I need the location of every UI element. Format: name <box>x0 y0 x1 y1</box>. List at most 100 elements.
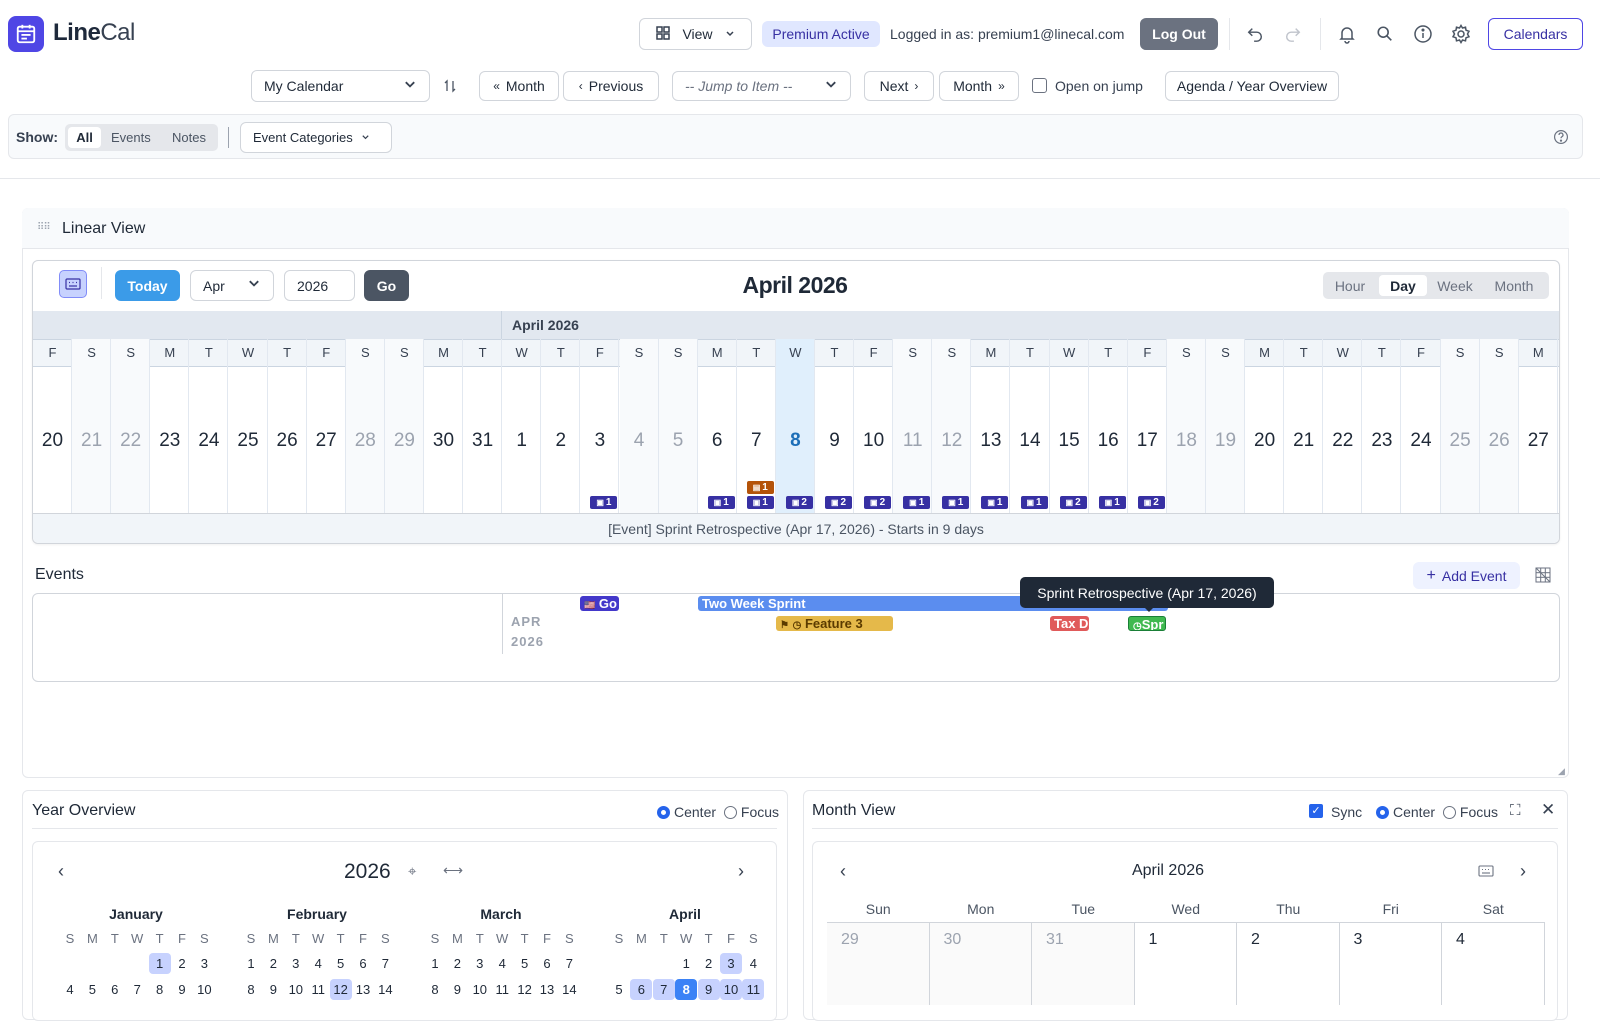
close-icon[interactable]: ✕ <box>1541 800 1555 820</box>
info-icon[interactable] <box>1411 22 1435 46</box>
mini-day[interactable]: 2 <box>446 953 468 974</box>
month-day-cell[interactable]: 2 <box>1237 922 1340 1005</box>
day-column[interactable] <box>307 339 346 513</box>
day-column[interactable] <box>1166 339 1206 513</box>
search-icon[interactable] <box>1373 22 1397 46</box>
next-month-button[interactable]: Month » <box>939 71 1019 101</box>
day-column[interactable] <box>1440 339 1480 513</box>
previous-button[interactable]: ‹ Previous <box>563 71 659 101</box>
day-column[interactable] <box>971 339 1011 513</box>
undo-icon[interactable] <box>1243 22 1267 46</box>
mini-day[interactable]: 8 <box>675 979 698 1000</box>
event-bar-tax-deadline[interactable]: Tax D <box>1050 616 1089 631</box>
mini-day[interactable]: 13 <box>536 979 558 1000</box>
day-column[interactable] <box>854 339 894 513</box>
mini-day[interactable]: 1 <box>424 953 446 974</box>
event-categories-select[interactable]: Event Categories <box>240 122 392 153</box>
event-bar-feature-3[interactable]: ⚑ ◷ Feature 3 <box>776 616 893 631</box>
jump-to-item-select[interactable]: -- Jump to Item -- <box>672 71 851 101</box>
event-count-badge[interactable]: ▣ 1 <box>590 496 618 509</box>
mini-day[interactable]: 10 <box>285 979 307 1000</box>
mini-day[interactable]: 1 <box>675 953 697 974</box>
sort-icon[interactable] <box>438 74 462 98</box>
center-radio[interactable] <box>1376 806 1389 819</box>
mini-day[interactable]: 4 <box>491 953 513 974</box>
mini-day[interactable]: 11 <box>742 979 765 1000</box>
resize-handle-icon[interactable]: ◢ <box>1558 766 1565 777</box>
mini-day[interactable]: 8 <box>424 979 446 1000</box>
chevron-right-icon[interactable]: › <box>1520 861 1526 882</box>
mini-day[interactable]: 8 <box>149 979 171 1000</box>
mini-day[interactable]: 9 <box>446 979 468 1000</box>
mini-day[interactable]: 10 <box>720 979 742 1000</box>
day-column[interactable] <box>698 339 737 513</box>
mini-day[interactable]: 9 <box>171 979 193 1000</box>
view-menu-button[interactable]: View <box>639 18 752 50</box>
mini-day[interactable]: 1 <box>148 953 171 974</box>
mini-day[interactable]: 5 <box>514 953 536 974</box>
event-bar-go[interactable]: 🇺🇸 Go <box>580 596 619 611</box>
day-column[interactable] <box>541 339 581 513</box>
next-button[interactable]: Next › <box>864 71 934 101</box>
chevron-right-icon[interactable]: › <box>738 861 744 882</box>
day-column[interactable] <box>33 339 73 513</box>
day-column[interactable] <box>775 339 815 513</box>
expand-icon[interactable]: ⛶ <box>1510 802 1521 819</box>
event-count-badge[interactable]: ▣ 1 <box>903 496 931 509</box>
day-column[interactable] <box>345 339 385 513</box>
scale-tab-day[interactable]: Day <box>1379 275 1427 296</box>
event-count-badge[interactable]: ▣ 1 <box>942 496 970 509</box>
event-count-badge[interactable]: ▣ 1 <box>707 496 735 509</box>
focus-radio[interactable] <box>723 806 737 819</box>
day-column[interactable] <box>932 339 972 513</box>
previous-month-button[interactable]: « Month <box>479 71 559 101</box>
day-column[interactable] <box>893 339 933 513</box>
center-radio[interactable] <box>657 806 670 819</box>
add-event-button[interactable]: + Add Event <box>1413 562 1520 589</box>
scale-tab-week[interactable]: Week <box>1431 275 1479 296</box>
show-all-tab[interactable]: All <box>68 127 101 148</box>
event-count-badge[interactable]: ▣ 1 <box>1020 496 1048 509</box>
day-column[interactable] <box>268 339 307 513</box>
mini-day[interactable]: 3 <box>720 953 742 974</box>
drag-handle-icon[interactable]: ⠿⠿ <box>37 222 51 233</box>
day-column[interactable] <box>1519 339 1558 513</box>
event-count-badge[interactable]: ▣ 2 <box>1137 496 1165 509</box>
day-column[interactable] <box>384 339 424 513</box>
mini-day[interactable]: 12 <box>514 979 536 1000</box>
calendars-button[interactable]: Calendars <box>1488 18 1583 50</box>
month-day-cell[interactable]: 1 <box>1134 922 1237 1005</box>
mini-day[interactable]: 2 <box>698 953 720 974</box>
day-column[interactable] <box>580 339 620 513</box>
day-column[interactable] <box>1362 339 1402 513</box>
day-column[interactable] <box>619 339 659 513</box>
day-column[interactable] <box>1011 339 1050 513</box>
event-count-badge[interactable]: ▣ 1 <box>746 496 774 509</box>
scale-tab-hour[interactable]: Hour <box>1327 275 1373 296</box>
mini-day[interactable]: 14 <box>558 979 580 1000</box>
focus-radio[interactable] <box>1442 806 1456 819</box>
mini-day[interactable]: 6 <box>104 979 126 1000</box>
day-column[interactable] <box>111 339 151 513</box>
mini-day[interactable]: 6 <box>630 979 653 1000</box>
day-column[interactable] <box>815 339 855 513</box>
day-column[interactable] <box>502 339 542 513</box>
day-column[interactable] <box>189 339 229 513</box>
mini-day[interactable]: 8 <box>240 979 262 1000</box>
event-count-badge[interactable]: ▣ 2 <box>785 496 813 509</box>
mini-day[interactable]: 1 <box>240 953 262 974</box>
fit-width-icon[interactable]: ⟷ <box>443 862 463 879</box>
keyboard-icon[interactable] <box>59 270 87 298</box>
mini-day[interactable]: 3 <box>469 953 491 974</box>
gear-icon[interactable] <box>1449 22 1473 46</box>
mini-day[interactable]: 14 <box>374 979 396 1000</box>
day-column[interactable] <box>150 339 190 513</box>
mini-day[interactable]: 10 <box>469 979 491 1000</box>
mini-day[interactable]: 7 <box>652 979 675 1000</box>
mini-day[interactable]: 6 <box>536 953 558 974</box>
day-column[interactable] <box>1323 339 1363 513</box>
mini-day[interactable]: 4 <box>307 953 329 974</box>
day-column[interactable] <box>1479 339 1519 513</box>
show-notes-tab[interactable]: Notes <box>172 130 206 145</box>
day-column[interactable] <box>1089 339 1128 513</box>
